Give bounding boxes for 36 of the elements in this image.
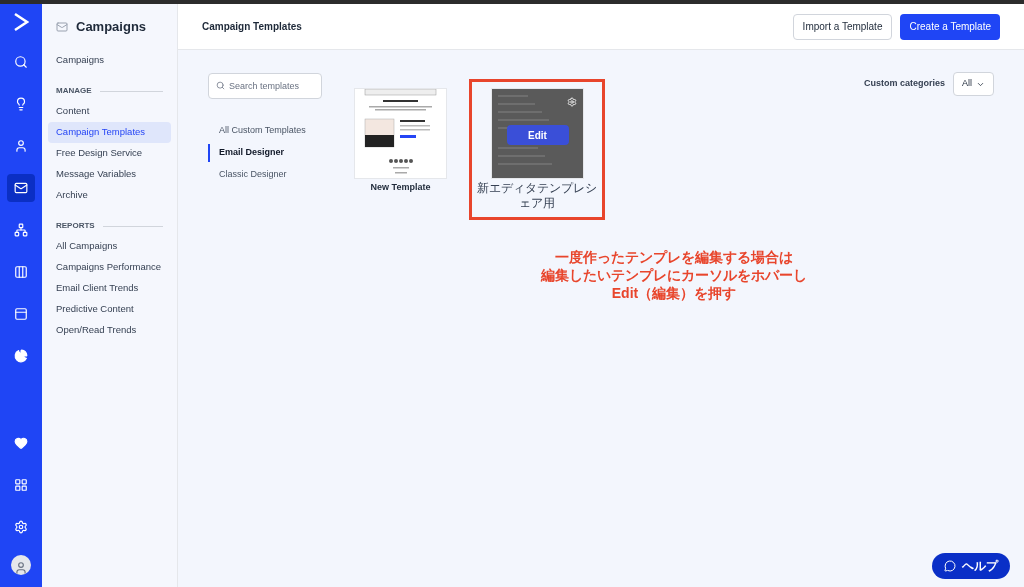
- sidebar-item[interactable]: All Campaigns: [48, 236, 171, 257]
- categories-dropdown[interactable]: All: [953, 72, 994, 96]
- section-heading: MANAGE: [56, 85, 92, 97]
- template-name[interactable]: 新エディタテンプレシェア用: [476, 181, 598, 211]
- mail-icon: [56, 21, 68, 33]
- sidebar-item[interactable]: Message Variables: [48, 164, 171, 185]
- filter-item[interactable]: All Custom Templates: [208, 122, 354, 140]
- sidebar-item[interactable]: Campaigns Performance: [48, 257, 171, 278]
- import-button[interactable]: Import a Template: [792, 13, 893, 40]
- sidebar-item[interactable]: Campaigns: [48, 50, 171, 71]
- section-heading: REPORTS: [56, 220, 95, 232]
- logo-icon: [13, 12, 29, 32]
- sidebar-item[interactable]: Predictive Content: [48, 299, 171, 320]
- template-preview[interactable]: [354, 88, 447, 179]
- avatar-icon[interactable]: [11, 555, 31, 575]
- sidebar-item[interactable]: Email Client Trends: [48, 278, 171, 299]
- filter-item[interactable]: Classic Designer: [208, 166, 354, 184]
- settings-icon[interactable]: [566, 97, 577, 107]
- edit-button[interactable]: Edit: [506, 125, 569, 145]
- sidebar-title: Campaigns: [76, 18, 147, 37]
- sidebar-item[interactable]: Content: [48, 101, 171, 122]
- categories-label: Custom categories: [863, 77, 945, 91]
- create-button[interactable]: Create a Template: [900, 13, 1000, 40]
- search-field[interactable]: Search templates: [208, 73, 322, 99]
- sidebar-item[interactable]: Free Design Service: [48, 143, 171, 164]
- page-title: Campaign Templates: [202, 20, 302, 34]
- help-button[interactable]: ヘルプ: [932, 553, 1010, 579]
- sidebar-item[interactable]: Archive: [48, 185, 171, 206]
- template-preview[interactable]: Edit: [490, 88, 584, 179]
- mail-icon[interactable]: [7, 174, 35, 202]
- sidebar-item[interactable]: Open/Read Trends: [48, 320, 171, 341]
- annotation-text: 一度作ったテンプレを編集する場合は 編集したいテンプレにカーソルをホバーし Edit（編集）を押す: [539, 248, 808, 302]
- chat-icon: [944, 560, 956, 572]
- sidebar-item[interactable]: Campaign Templates: [48, 122, 171, 143]
- search-icon: [216, 81, 225, 90]
- template-name[interactable]: New Template: [339, 181, 462, 193]
